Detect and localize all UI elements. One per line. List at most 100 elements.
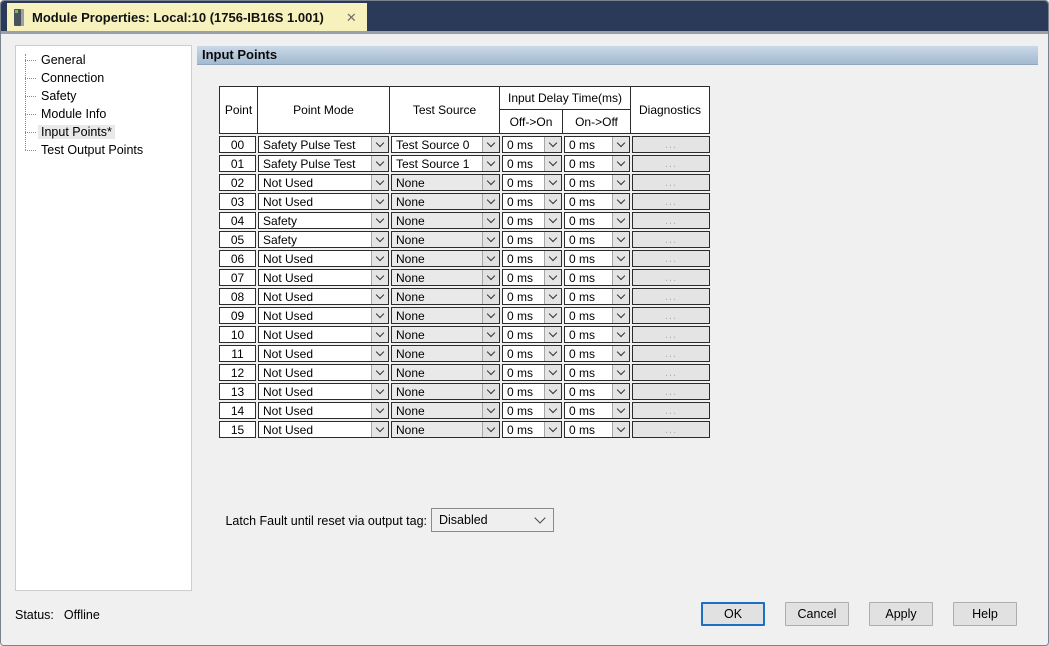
off-on-delay-select[interactable]: 0 ms bbox=[502, 288, 562, 305]
module-properties-tab[interactable]: Module Properties: Local:10 (1756-IB16S … bbox=[7, 3, 367, 31]
test-source-select[interactable]: None bbox=[391, 193, 500, 210]
off-on-delay-select[interactable]: 0 ms bbox=[502, 383, 562, 400]
on-off-delay-select[interactable]: 0 ms bbox=[564, 307, 630, 324]
close-icon[interactable]: ✕ bbox=[346, 11, 357, 24]
chevron-down-icon bbox=[482, 289, 499, 304]
diagnostics-button[interactable]: ... bbox=[633, 137, 709, 152]
off-on-delay-select[interactable]: 0 ms bbox=[502, 250, 562, 267]
point-mode-select[interactable]: Not Used bbox=[258, 421, 389, 438]
test-source-select[interactable]: None bbox=[391, 174, 500, 191]
test-source-select[interactable]: None bbox=[391, 326, 500, 343]
off-on-delay-select[interactable]: 0 ms bbox=[502, 345, 562, 362]
diagnostics-button[interactable]: ... bbox=[633, 308, 709, 323]
off-on-delay-select[interactable]: 0 ms bbox=[502, 307, 562, 324]
cancel-button[interactable]: Cancel bbox=[785, 602, 849, 626]
on-off-delay-select[interactable]: 0 ms bbox=[564, 174, 630, 191]
diagnostics-button[interactable]: ... bbox=[633, 232, 709, 247]
test-source-select[interactable]: None bbox=[391, 421, 500, 438]
off-on-delay-select[interactable]: 0 ms bbox=[502, 326, 562, 343]
sidebar-item[interactable]: Safety bbox=[16, 87, 191, 105]
point-mode-select[interactable]: Not Used bbox=[258, 269, 389, 286]
point-mode-select[interactable]: Not Used bbox=[258, 364, 389, 381]
sidebar-item[interactable]: Connection bbox=[16, 69, 191, 87]
on-off-delay-select[interactable]: 0 ms bbox=[564, 269, 630, 286]
diagnostics-button[interactable]: ... bbox=[633, 422, 709, 437]
point-mode-select[interactable]: Not Used bbox=[258, 326, 389, 343]
test-source-select[interactable]: None bbox=[391, 402, 500, 419]
sidebar-item[interactable]: Module Info bbox=[16, 105, 191, 123]
point-mode-select[interactable]: Not Used bbox=[258, 345, 389, 362]
test-source-select[interactable]: Test Source 0 bbox=[391, 136, 500, 153]
off-on-delay-select[interactable]: 0 ms bbox=[502, 421, 562, 438]
on-off-delay-select[interactable]: 0 ms bbox=[564, 421, 630, 438]
diagnostics-button[interactable]: ... bbox=[633, 289, 709, 304]
diagnostics-button[interactable]: ... bbox=[633, 194, 709, 209]
diagnostics-button[interactable]: ... bbox=[633, 270, 709, 285]
point-mode-select[interactable]: Not Used bbox=[258, 250, 389, 267]
on-off-delay-select[interactable]: 0 ms bbox=[564, 345, 630, 362]
test-source-select[interactable]: None bbox=[391, 364, 500, 381]
on-off-delay-select[interactable]: 0 ms bbox=[564, 402, 630, 419]
test-source-select[interactable]: None bbox=[391, 250, 500, 267]
on-off-delay-select[interactable]: 0 ms bbox=[564, 288, 630, 305]
point-mode-select[interactable]: Safety bbox=[258, 231, 389, 248]
off-on-delay-select[interactable]: 0 ms bbox=[502, 212, 562, 229]
sidebar-item-label: Test Output Points bbox=[38, 143, 146, 157]
on-off-delay-select[interactable]: 0 ms bbox=[564, 136, 630, 153]
point-mode-select[interactable]: Not Used bbox=[258, 174, 389, 191]
test-source-select[interactable]: None bbox=[391, 212, 500, 229]
on-off-delay-select[interactable]: 0 ms bbox=[564, 231, 630, 248]
test-source-select[interactable]: None bbox=[391, 288, 500, 305]
sidebar-item[interactable]: General bbox=[16, 51, 191, 69]
point-mode-select[interactable]: Not Used bbox=[258, 402, 389, 419]
apply-button[interactable]: Apply bbox=[869, 602, 933, 626]
diagnostics-button[interactable]: ... bbox=[633, 365, 709, 380]
off-on-delay-select[interactable]: 0 ms bbox=[502, 364, 562, 381]
point-mode-select[interactable]: Safety Pulse Test bbox=[258, 155, 389, 172]
sidebar-item[interactable]: Input Points* bbox=[16, 123, 191, 141]
ok-button[interactable]: OK bbox=[701, 602, 765, 626]
on-off-delay-select[interactable]: 0 ms bbox=[564, 250, 630, 267]
on-off-delay-select[interactable]: 0 ms bbox=[564, 383, 630, 400]
point-mode-select[interactable]: Safety Pulse Test bbox=[258, 136, 389, 153]
chevron-down-icon bbox=[544, 346, 561, 361]
off-on-delay-select[interactable]: 0 ms bbox=[502, 193, 562, 210]
latch-fault-select[interactable]: Disabled bbox=[431, 508, 554, 532]
test-source-select[interactable]: None bbox=[391, 345, 500, 362]
test-source-select[interactable]: None bbox=[391, 231, 500, 248]
on-off-delay-select[interactable]: 0 ms bbox=[564, 155, 630, 172]
off-on-delay-select[interactable]: 0 ms bbox=[502, 155, 562, 172]
point-mode-select[interactable]: Not Used bbox=[258, 383, 389, 400]
point-mode-select[interactable]: Safety bbox=[258, 212, 389, 229]
diagnostics-button[interactable]: ... bbox=[633, 346, 709, 361]
diagnostics-button[interactable]: ... bbox=[633, 327, 709, 342]
test-source-select[interactable]: Test Source 1 bbox=[391, 155, 500, 172]
table-row: 00 Safety Pulse Test Test Source 0 0 ms … bbox=[219, 136, 710, 153]
diagnostics-button[interactable]: ... bbox=[633, 156, 709, 171]
on-off-delay-select[interactable]: 0 ms bbox=[564, 212, 630, 229]
sidebar-item[interactable]: Test Output Points bbox=[16, 141, 191, 159]
test-source-select[interactable]: None bbox=[391, 269, 500, 286]
help-button[interactable]: Help bbox=[953, 602, 1017, 626]
diagnostics-button[interactable]: ... bbox=[633, 213, 709, 228]
point-mode-select[interactable]: Not Used bbox=[258, 193, 389, 210]
point-mode-select[interactable]: Not Used bbox=[258, 288, 389, 305]
point-number: 04 bbox=[219, 212, 256, 229]
on-off-delay-select[interactable]: 0 ms bbox=[564, 326, 630, 343]
on-off-delay-select[interactable]: 0 ms bbox=[564, 193, 630, 210]
diagnostics-button[interactable]: ... bbox=[633, 251, 709, 266]
point-number: 02 bbox=[219, 174, 256, 191]
diagnostics-button[interactable]: ... bbox=[633, 403, 709, 418]
point-mode-select[interactable]: Not Used bbox=[258, 307, 389, 324]
diagnostics-button[interactable]: ... bbox=[633, 175, 709, 190]
test-source-select[interactable]: None bbox=[391, 307, 500, 324]
on-off-delay-select[interactable]: 0 ms bbox=[564, 364, 630, 381]
off-on-delay-select[interactable]: 0 ms bbox=[502, 136, 562, 153]
off-on-delay-select[interactable]: 0 ms bbox=[502, 231, 562, 248]
test-source-select[interactable]: None bbox=[391, 383, 500, 400]
off-on-delay-select[interactable]: 0 ms bbox=[502, 269, 562, 286]
off-on-delay-select[interactable]: 0 ms bbox=[502, 174, 562, 191]
diagnostics-button[interactable]: ... bbox=[633, 384, 709, 399]
off-on-delay-select[interactable]: 0 ms bbox=[502, 402, 562, 419]
table-row: 03 Not Used None 0 ms 0 ms ... bbox=[219, 193, 710, 210]
